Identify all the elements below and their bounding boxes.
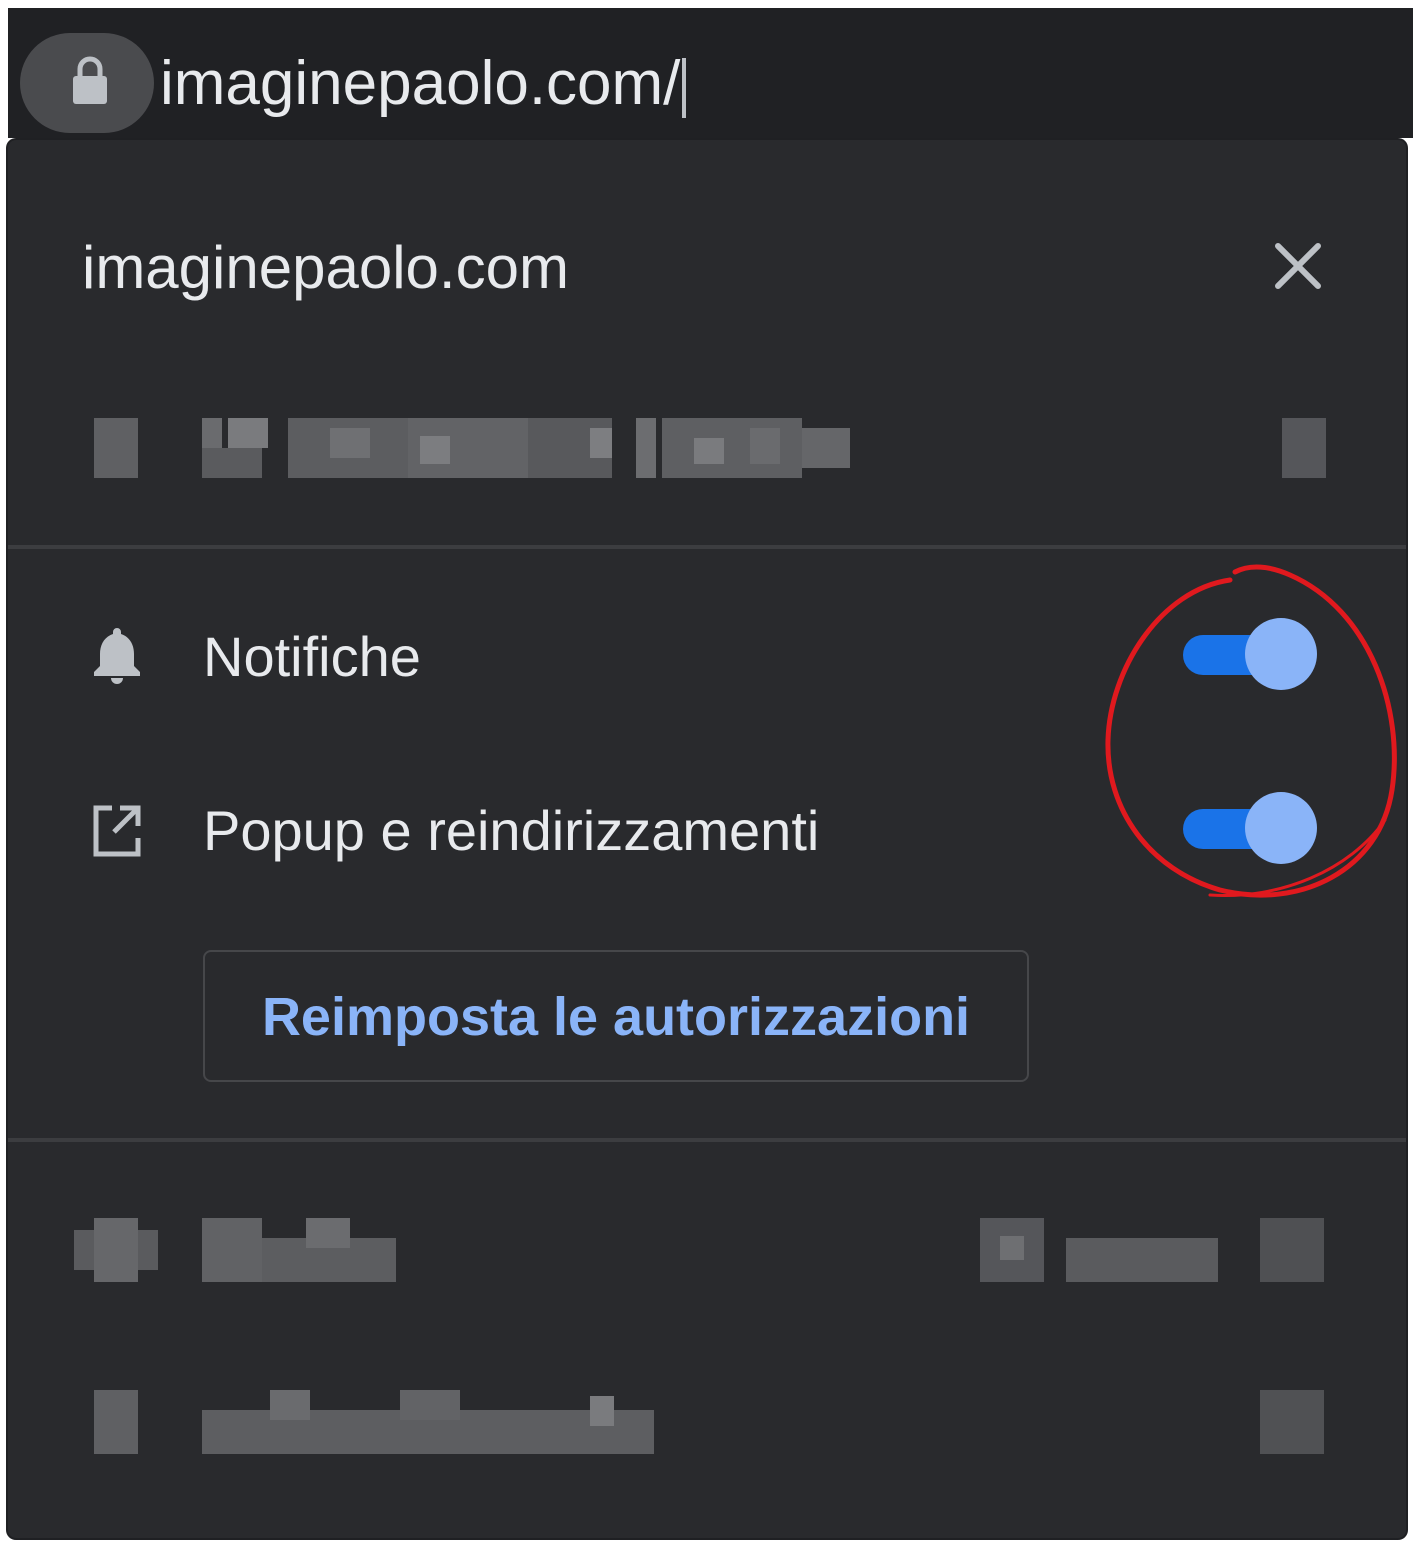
redacted-connection-row: [94, 418, 1326, 478]
reset-permissions-label: Reimposta le autorizzazioni: [261, 987, 971, 1047]
section-divider: [8, 1138, 1406, 1142]
open-in-new-icon: [93, 805, 141, 857]
url-value: imaginepaolo.com/: [160, 49, 681, 118]
bell-icon: [94, 628, 140, 684]
text-caret: [682, 57, 687, 118]
redacted-cookies-row: [74, 1218, 1324, 1282]
permission-label-popup: Popup e reindirizzamenti: [203, 799, 820, 862]
toggle-knob: [1245, 792, 1317, 864]
close-icon[interactable]: [1272, 240, 1324, 292]
toggle-knob: [1245, 618, 1317, 690]
popups-toggle[interactable]: [1183, 792, 1317, 866]
popup-site-title: imaginepaolo.com: [82, 234, 569, 301]
lock-icon: [73, 56, 107, 104]
url-text[interactable]: imaginepaolo.com/: [160, 46, 687, 122]
permission-label-notifiche: Notifiche: [203, 625, 421, 688]
section-divider: [8, 545, 1406, 549]
reset-permissions-button[interactable]: Reimposta le autorizzazioni: [203, 950, 1029, 1082]
screenshot-frame: imaginepaolo.com/ imaginepaolo.com Notif…: [0, 0, 1413, 1541]
notifications-toggle[interactable]: [1183, 618, 1317, 692]
redacted-settings-row: [94, 1390, 1324, 1454]
